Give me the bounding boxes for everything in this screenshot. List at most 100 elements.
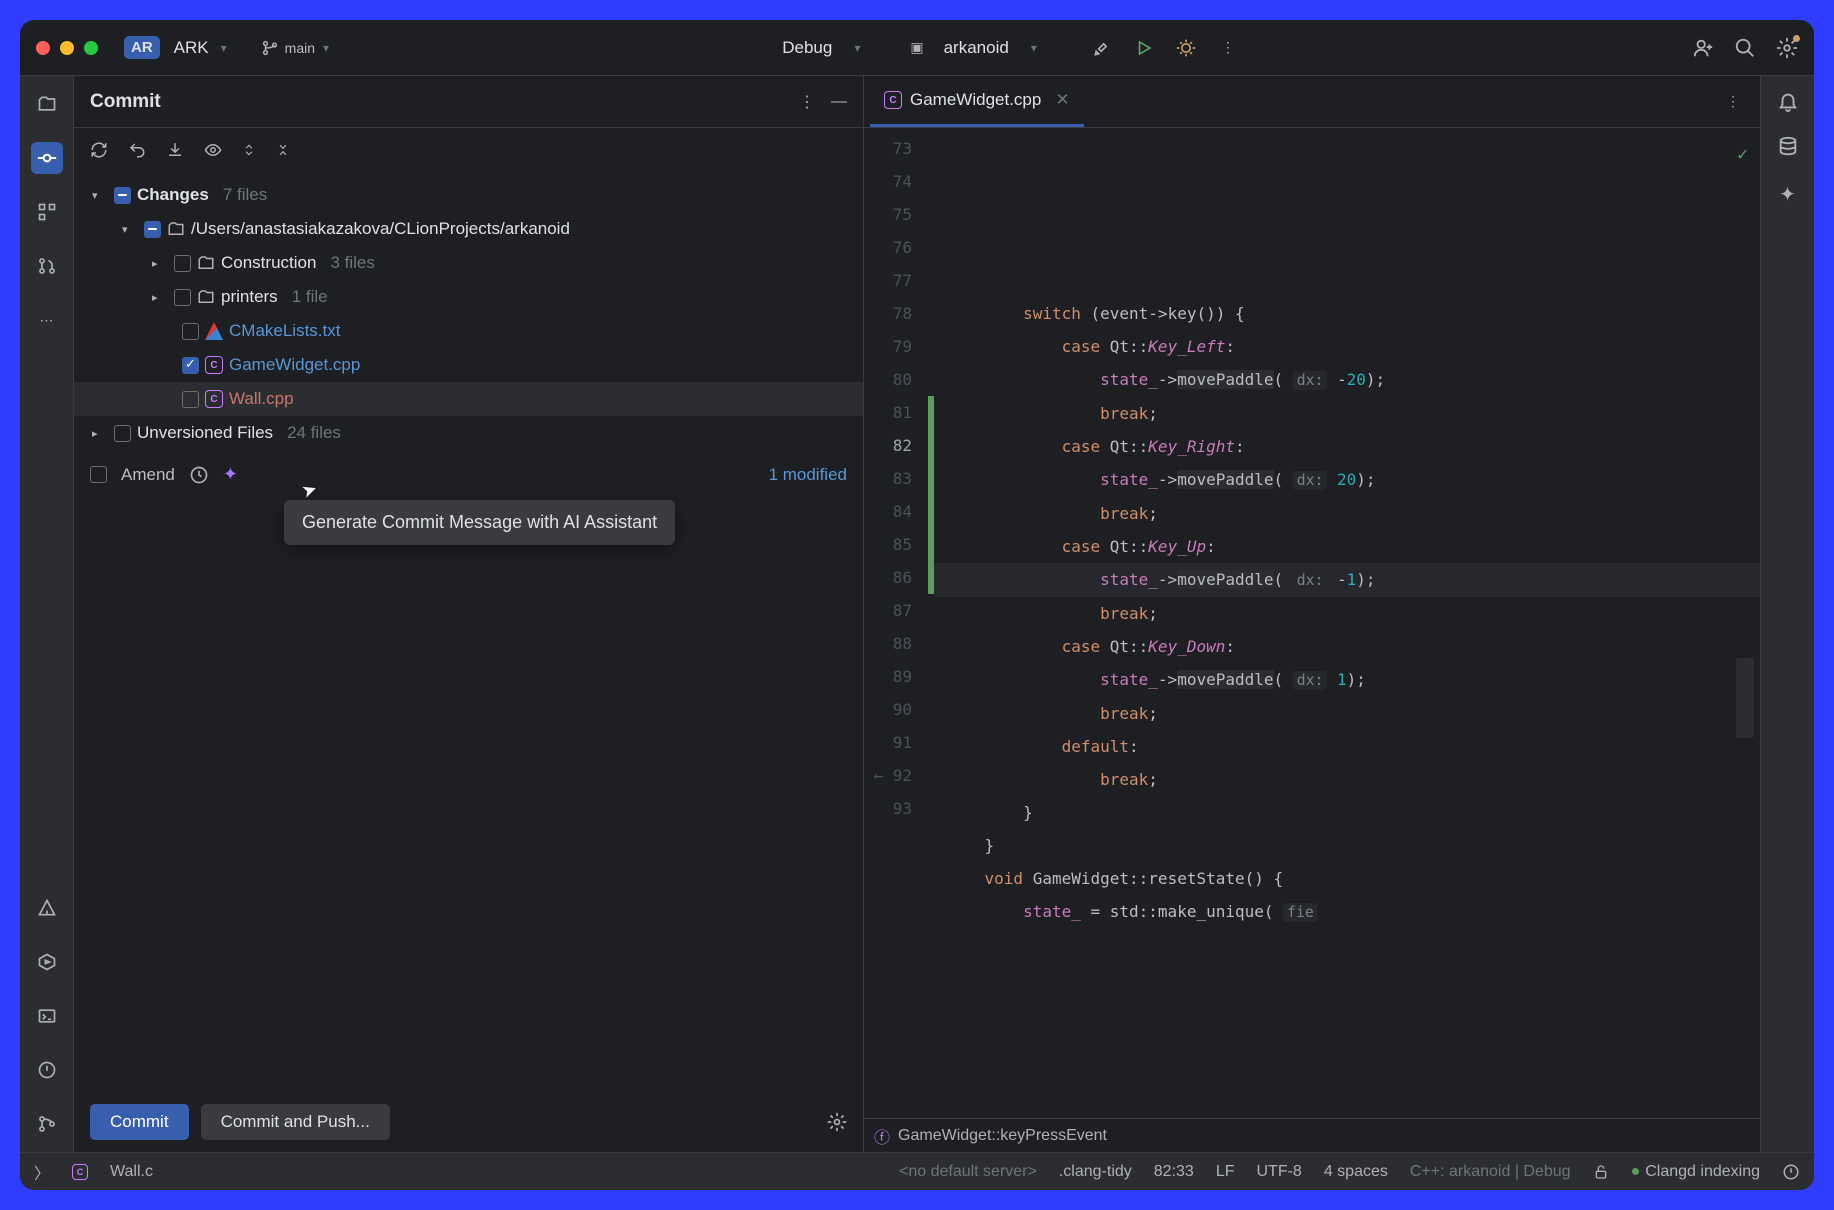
maximize-window-button[interactable] (84, 41, 98, 55)
inspection-ok-icon[interactable]: ✓ (1737, 138, 1748, 171)
file-row[interactable]: C GameWidget.cpp (74, 348, 863, 382)
cmake-tool-icon[interactable] (31, 892, 63, 924)
chevron-down-icon[interactable]: ▾ (122, 223, 138, 236)
more-tools-icon[interactable]: ⋯ (31, 304, 63, 336)
commit-tool-icon[interactable] (31, 142, 63, 174)
close-window-button[interactable] (36, 41, 50, 55)
chevron-down-icon[interactable]: ▾ (221, 41, 227, 55)
branch-icon (261, 39, 279, 57)
status-breadcrumb-file[interactable]: Wall.c (110, 1163, 153, 1181)
status-encoding[interactable]: UTF-8 (1257, 1163, 1302, 1181)
build-icon[interactable] (1091, 37, 1113, 59)
expand-all-icon[interactable] (242, 141, 256, 159)
commit-button[interactable]: Commit (90, 1104, 189, 1140)
file-row[interactable]: CMakeLists.txt (74, 314, 863, 348)
target-selector[interactable]: arkanoid (944, 38, 1009, 58)
chevron-down-icon[interactable]: ▾ (854, 41, 860, 55)
commit-and-push-button[interactable]: Commit and Push... (201, 1104, 390, 1140)
chevron-right-icon[interactable]: ▸ (92, 427, 108, 440)
structure-tool-icon[interactable] (31, 196, 63, 228)
changes-label: Changes (137, 185, 209, 205)
folder-checkbox[interactable] (174, 289, 191, 306)
problems-tool-icon[interactable] (31, 1054, 63, 1086)
folder-checkbox[interactable] (174, 255, 191, 272)
folder-icon (167, 220, 185, 238)
run-config-selector[interactable]: Debug (782, 38, 832, 58)
settings-icon[interactable] (1776, 37, 1798, 59)
lock-icon[interactable] (1593, 1164, 1609, 1180)
amend-checkbox[interactable] (90, 466, 107, 483)
minimize-panel-icon[interactable]: — (831, 93, 847, 111)
folder-row[interactable]: ▸ Construction 3 files (74, 246, 863, 280)
changes-count: 7 files (223, 185, 267, 205)
cpp-file-icon: C (205, 356, 223, 374)
project-name[interactable]: ARK (174, 38, 209, 58)
status-indent[interactable]: 4 spaces (1324, 1163, 1388, 1181)
project-tool-icon[interactable] (31, 88, 63, 120)
target-icon: ▣ (910, 39, 923, 56)
minimize-window-button[interactable] (60, 41, 74, 55)
services-tool-icon[interactable] (31, 946, 63, 978)
folder-checkbox[interactable] (144, 221, 161, 238)
debug-icon[interactable] (1175, 37, 1197, 59)
editor-code-area[interactable]: ✓ switch (event->key()) { case Qt::Key_L… (934, 128, 1760, 1118)
terminal-tool-icon[interactable] (31, 1000, 63, 1032)
notifications-icon[interactable] (1777, 90, 1799, 112)
chevron-right-icon[interactable]: ▸ (152, 291, 168, 304)
unversioned-checkbox[interactable] (114, 425, 131, 442)
status-problems-icon[interactable] (1782, 1163, 1800, 1181)
more-icon[interactable]: ⋮ (799, 92, 815, 112)
rollback-icon[interactable] (128, 141, 146, 159)
editor-gutter[interactable]: 73747576777879808182838485868788899091← … (864, 128, 928, 1118)
search-icon[interactable] (1734, 37, 1756, 59)
ai-assistant-icon[interactable]: ✦ (1779, 182, 1796, 207)
database-icon[interactable] (1777, 136, 1799, 158)
changes-group[interactable]: ▾ Changes 7 files (74, 178, 863, 212)
root-folder-row[interactable]: ▾ /Users/anastasiakazakova/CLionProjects… (74, 212, 863, 246)
file-checkbox[interactable] (182, 357, 199, 374)
editor-tab[interactable]: C GameWidget.cpp ✕ (870, 76, 1084, 127)
show-diff-icon[interactable] (204, 141, 222, 159)
unversioned-count: 24 files (287, 423, 341, 443)
status-language-context[interactable]: C++: arkanoid | Debug (1410, 1163, 1571, 1181)
breadcrumb[interactable]: GameWidget::keyPressEvent (898, 1127, 1107, 1145)
status-indexer[interactable]: Clangd indexing (1631, 1163, 1760, 1181)
folder-icon (197, 254, 215, 272)
status-clang-tidy[interactable]: .clang-tidy (1059, 1163, 1132, 1181)
pull-requests-tool-icon[interactable] (31, 250, 63, 282)
vcs-tool-icon[interactable] (31, 1108, 63, 1140)
history-icon[interactable] (189, 465, 209, 485)
chevron-right-icon[interactable]: ▸ (152, 257, 168, 270)
project-badge[interactable]: AR (124, 36, 160, 59)
cpp-file-icon: C (205, 390, 223, 408)
unversioned-group[interactable]: ▸ Unversioned Files 24 files (74, 416, 863, 450)
status-line-ending[interactable]: LF (1216, 1163, 1235, 1181)
chevron-down-icon: ▾ (323, 41, 329, 55)
branch-name: main (285, 40, 315, 56)
collapse-all-icon[interactable] (276, 141, 290, 159)
file-row[interactable]: C Wall.cpp (74, 382, 863, 416)
modified-link[interactable]: 1 modified (769, 465, 847, 485)
ai-generate-icon[interactable]: ✦ (223, 464, 238, 485)
status-caret-position[interactable]: 82:33 (1154, 1163, 1194, 1181)
tab-more-icon[interactable]: ⋮ (1712, 93, 1754, 110)
code-with-me-icon[interactable] (1692, 37, 1714, 59)
scrollbar-thumb[interactable] (1736, 658, 1754, 738)
file-checkbox[interactable] (182, 391, 199, 408)
folder-row[interactable]: ▸ printers 1 file (74, 280, 863, 314)
refresh-icon[interactable] (90, 141, 108, 159)
root-path: /Users/anastasiakazakova/CLionProjects/a… (191, 219, 570, 239)
chevron-down-icon[interactable]: ▾ (1031, 41, 1037, 55)
breadcrumb-chevron-icon[interactable]: 〉 (34, 1160, 50, 1184)
shelve-icon[interactable] (166, 141, 184, 159)
status-server[interactable]: <no default server> (899, 1163, 1037, 1181)
more-icon[interactable]: ⋮ (1217, 37, 1239, 59)
tab-filename: GameWidget.cpp (910, 90, 1041, 110)
git-branch-selector[interactable]: main ▾ (261, 39, 329, 57)
run-icon[interactable] (1133, 37, 1155, 59)
chevron-down-icon[interactable]: ▾ (92, 189, 108, 202)
file-checkbox[interactable] (182, 323, 199, 340)
gear-icon[interactable] (827, 1112, 847, 1132)
close-tab-icon[interactable]: ✕ (1055, 90, 1069, 110)
changes-checkbox[interactable] (114, 187, 131, 204)
